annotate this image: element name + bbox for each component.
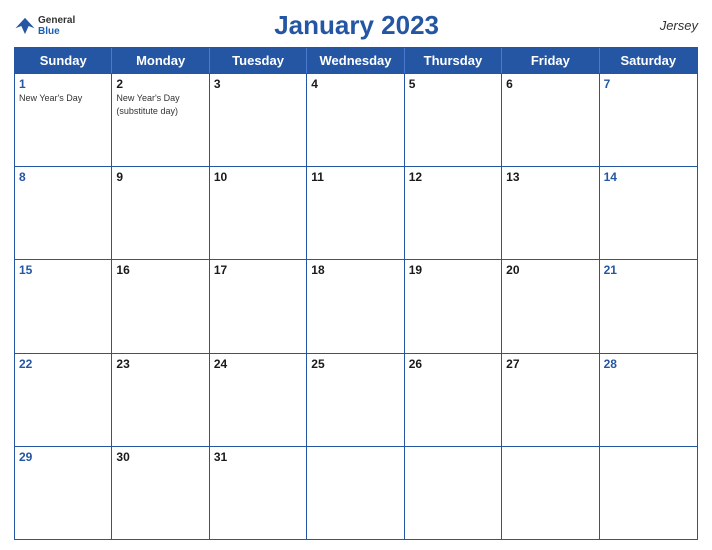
cell-date: 18 xyxy=(311,263,399,277)
cell-date: 8 xyxy=(19,170,107,184)
calendar-cell: 17 xyxy=(210,260,307,352)
cell-date: 21 xyxy=(604,263,693,277)
calendar-cell: 21 xyxy=(600,260,697,352)
cell-date: 30 xyxy=(116,450,204,464)
cell-date: 31 xyxy=(214,450,302,464)
cell-date: 15 xyxy=(19,263,107,277)
day-header-sunday: Sunday xyxy=(15,48,112,73)
calendar-cell: 16 xyxy=(112,260,209,352)
calendar-cell: 15 xyxy=(15,260,112,352)
day-header-monday: Monday xyxy=(112,48,209,73)
logo: General Blue xyxy=(14,15,75,37)
calendar-cell: 24 xyxy=(210,354,307,446)
calendar-cell: 10 xyxy=(210,167,307,259)
cell-date: 2 xyxy=(116,77,204,91)
week-row-5: 29 30 31 xyxy=(15,446,697,539)
day-header-thursday: Thursday xyxy=(405,48,502,73)
cell-date: 20 xyxy=(506,263,594,277)
calendar-cell: 20 xyxy=(502,260,599,352)
cell-date: 19 xyxy=(409,263,497,277)
cell-date: 28 xyxy=(604,357,693,371)
calendar-cell: 29 xyxy=(15,447,112,539)
cell-date: 11 xyxy=(311,170,399,184)
logo-general: General xyxy=(38,15,75,26)
cell-date: 25 xyxy=(311,357,399,371)
calendar-cell: 7 xyxy=(600,74,697,166)
cell-date: 27 xyxy=(506,357,594,371)
cell-date: 4 xyxy=(311,77,399,91)
cell-event: New Year's Day xyxy=(19,93,107,104)
logo-icon xyxy=(14,15,36,37)
day-header-wednesday: Wednesday xyxy=(307,48,404,73)
calendar-cell: 19 xyxy=(405,260,502,352)
week-row-1: 1 New Year's Day 2 New Year's Day (substitut… xyxy=(15,73,697,166)
cell-date: 16 xyxy=(116,263,204,277)
day-header-friday: Friday xyxy=(502,48,599,73)
cell-event: New Year's Day xyxy=(116,93,204,104)
calendar-cell xyxy=(502,447,599,539)
calendar-cell: 27 xyxy=(502,354,599,446)
calendar-cell: 23 xyxy=(112,354,209,446)
calendar-cell: 8 xyxy=(15,167,112,259)
header: General Blue January 2023 Jersey xyxy=(14,10,698,41)
cell-date: 23 xyxy=(116,357,204,371)
calendar-cell: 28 xyxy=(600,354,697,446)
calendar-cell: 18 xyxy=(307,260,404,352)
cell-date: 17 xyxy=(214,263,302,277)
cell-date: 26 xyxy=(409,357,497,371)
calendar-cell: 6 xyxy=(502,74,599,166)
cell-date: 6 xyxy=(506,77,594,91)
calendar-cell: 1 New Year's Day xyxy=(15,74,112,166)
calendar-cell: 5 xyxy=(405,74,502,166)
page: General Blue January 2023 Jersey SundayM… xyxy=(0,0,712,550)
calendar-cell xyxy=(307,447,404,539)
cell-date: 24 xyxy=(214,357,302,371)
calendar-cell: 30 xyxy=(112,447,209,539)
calendar-cell: 11 xyxy=(307,167,404,259)
calendar-title: January 2023 xyxy=(75,10,638,41)
calendar-cell: 26 xyxy=(405,354,502,446)
logo-text: General Blue xyxy=(38,15,75,37)
calendar-cell: 9 xyxy=(112,167,209,259)
calendar-cell: 14 xyxy=(600,167,697,259)
cell-event: (substitute day) xyxy=(116,106,204,117)
cell-date: 22 xyxy=(19,357,107,371)
calendar-cell: 2 New Year's Day (substitute day) xyxy=(112,74,209,166)
cell-date: 14 xyxy=(604,170,693,184)
cell-date: 5 xyxy=(409,77,497,91)
week-row-2: 89 10 11 12 13 14 xyxy=(15,166,697,259)
cell-date: 3 xyxy=(214,77,302,91)
calendar-cell: 4 xyxy=(307,74,404,166)
calendar-cell xyxy=(405,447,502,539)
cell-date: 29 xyxy=(19,450,107,464)
calendar-cell: 12 xyxy=(405,167,502,259)
day-header-tuesday: Tuesday xyxy=(210,48,307,73)
cell-date: 13 xyxy=(506,170,594,184)
week-row-3: 15 16 17 18 19 20 21 xyxy=(15,259,697,352)
calendar-cell: 13 xyxy=(502,167,599,259)
cell-date: 7 xyxy=(604,77,693,91)
calendar-cell: 3 xyxy=(210,74,307,166)
region-label: Jersey xyxy=(638,18,698,33)
calendar: SundayMondayTuesdayWednesdayThursdayFrid… xyxy=(14,47,698,540)
calendar-cell: 25 xyxy=(307,354,404,446)
calendar-cell: 31 xyxy=(210,447,307,539)
weeks-container: 1 New Year's Day 2 New Year's Day (substitut… xyxy=(15,73,697,539)
calendar-cell xyxy=(600,447,697,539)
logo-blue-text: Blue xyxy=(38,26,75,37)
calendar-cell: 22 xyxy=(15,354,112,446)
cell-date: 10 xyxy=(214,170,302,184)
cell-date: 9 xyxy=(116,170,204,184)
cell-date: 1 xyxy=(19,77,107,91)
day-headers-row: SundayMondayTuesdayWednesdayThursdayFrid… xyxy=(15,48,697,73)
day-header-saturday: Saturday xyxy=(600,48,697,73)
cell-date: 12 xyxy=(409,170,497,184)
week-row-4: 22 23 24 25 26 27 28 xyxy=(15,353,697,446)
